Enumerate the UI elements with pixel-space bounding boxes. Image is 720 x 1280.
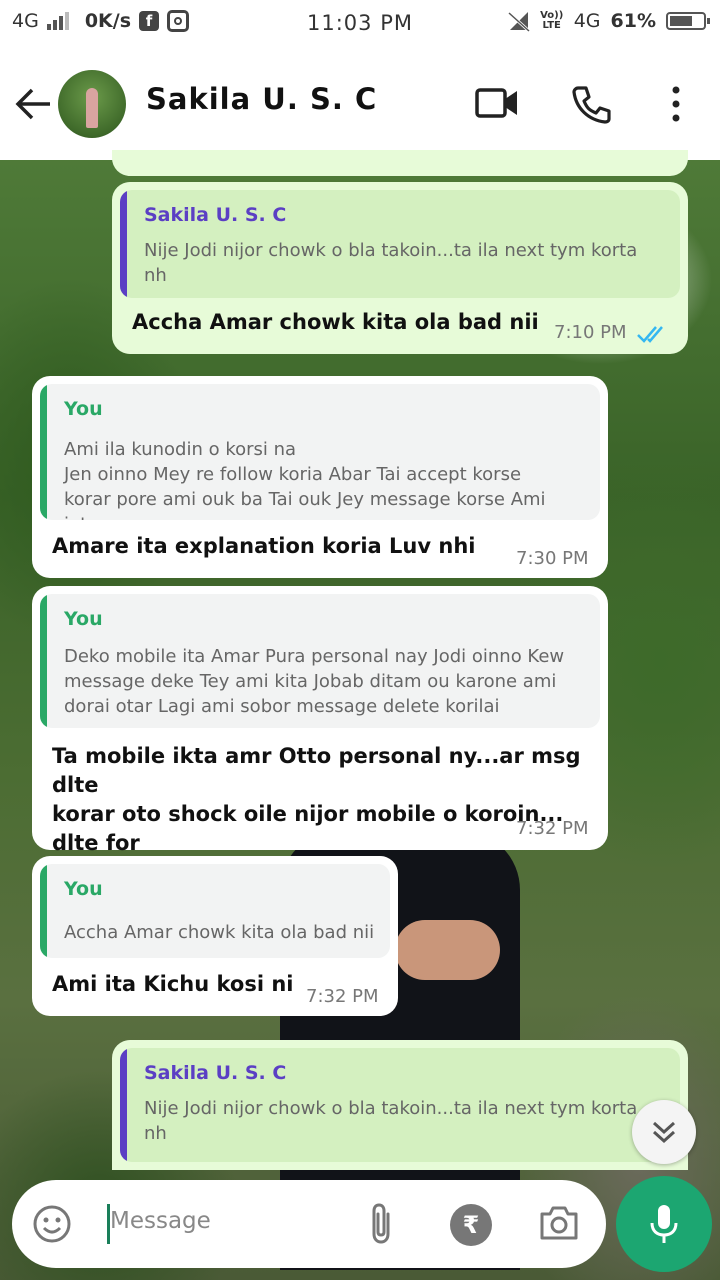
quote-author: Sakila U. S. C [144,1062,287,1084]
quoted-message[interactable]: You Ami ila kunodin o korsi na Jen oinno… [40,384,600,520]
message-time: 7:10 PM [554,322,627,343]
quote-text: Accha Amar chowk kita ola bad nii [64,922,375,943]
quote-text: Nije Jodi nijor chowk o bla takoin...ta … [144,1098,638,1144]
quote-author: Sakila U. S. C [144,204,287,226]
quoted-message[interactable]: You Accha Amar chowk kita ola bad nii [40,864,390,958]
mic-button[interactable] [616,1176,712,1272]
volte-label: Vo)) LTE [540,10,564,31]
camera-icon[interactable] [538,1204,580,1242]
message-bubble[interactable]: Sakila U. S. C Nije Jodi nijor chowk o b… [112,1040,688,1170]
emoji-icon[interactable] [32,1204,72,1244]
message-time: 7:32 PM [306,986,379,1007]
phone-icon[interactable] [572,84,612,124]
quote-text: Deko mobile ita Amar Pura personal nay J… [64,646,565,717]
quoted-message[interactable]: You Deko mobile ita Amar Pura personal n… [40,594,600,728]
message-input[interactable]: Message [110,1208,211,1234]
quote-bar [40,594,47,728]
message-bubble[interactable]: You Accha Amar chowk kita ola bad nii Am… [32,856,398,1016]
chat-header: Sakila U. S. C [0,48,720,160]
status-bar: 4G 0K/s f 11:03 PM Vo)) LTE 4G 61% [0,0,720,48]
contact-name[interactable]: Sakila U. S. C [146,82,377,116]
muted-signal-icon [507,11,530,32]
message-bubble[interactable]: You Deko mobile ita Amar Pura personal n… [32,586,608,884]
back-arrow-icon[interactable] [14,86,54,122]
battery-percent: 61% [610,10,656,32]
attachment-icon[interactable] [368,1202,394,1246]
quote-bar [120,1048,127,1162]
message-bubble-partial[interactable] [112,150,688,176]
more-vertical-icon[interactable] [668,86,684,122]
quote-text: Ami ila kunodin o korsi na Jen oinno Mey… [64,439,546,520]
scroll-down-button[interactable] [632,1100,696,1164]
wallpaper-figure-arm [395,920,500,980]
message-time: 7:30 PM [516,548,589,569]
network-type-2: 4G [573,10,601,32]
battery-icon [666,12,710,30]
read-receipt-icon [637,326,663,343]
quote-author: You [64,878,103,900]
quote-bar [40,864,47,958]
mic-icon [650,1205,678,1243]
rupee-icon[interactable]: ₹ [450,1204,492,1246]
quote-bar [40,384,47,520]
message-input-bar: Message ₹ [12,1180,606,1268]
video-call-icon[interactable] [474,86,520,120]
message-text: Amare ita explanation koria Luv nhi [52,534,476,558]
message-bubble[interactable]: You Ami ila kunodin o korsi na Jen oinno… [32,376,608,578]
quote-bar [120,190,127,298]
quoted-message[interactable]: Sakila U. S. C Nije Jodi nijor chowk o b… [120,1048,680,1162]
quoted-message[interactable]: Sakila U. S. C Nije Jodi nijor chowk o b… [120,190,680,298]
message-text: Ami ita Kichu kosi ni [52,972,294,996]
message-bubble[interactable]: Sakila U. S. C Nije Jodi nijor chowk o b… [112,182,688,354]
quote-text: Nije Jodi nijor chowk o bla takoin...ta … [144,240,638,286]
scroll-down-icon [652,1121,676,1144]
quote-author: You [64,398,103,420]
contact-avatar[interactable] [58,70,126,138]
message-time: 7:32 PM [516,818,589,839]
message-text: Accha Amar chowk kita ola bad nii [132,310,539,334]
quote-author: You [64,608,103,630]
